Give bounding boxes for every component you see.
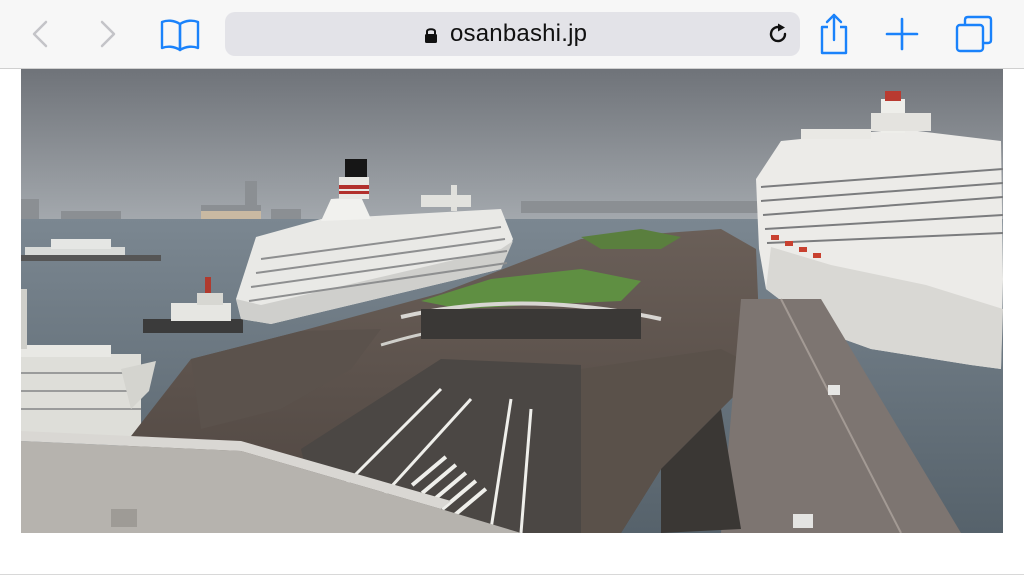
book-icon (160, 19, 200, 52)
share-icon (820, 13, 848, 55)
address-bar[interactable]: osanbashi.jp (225, 12, 800, 56)
bottom-divider (0, 574, 1024, 575)
new-tab-button[interactable] (882, 10, 922, 58)
url-text: osanbashi.jp (450, 20, 588, 47)
share-button[interactable] (814, 10, 854, 58)
reload-icon (769, 23, 787, 43)
web-content (0, 69, 1024, 576)
harbor-scene (21, 69, 1003, 533)
bookmarks-button[interactable] (156, 10, 204, 58)
tabs-button[interactable] (952, 10, 996, 58)
back-button[interactable] (22, 10, 58, 58)
chevron-right-icon (100, 20, 116, 48)
webcam-image[interactable] (21, 69, 1003, 533)
reload-button[interactable] (766, 22, 790, 51)
lock-icon (425, 28, 437, 43)
tabs-icon (955, 15, 993, 53)
plus-icon (885, 17, 919, 51)
browser-toolbar: osanbashi.jp (0, 0, 1024, 69)
forward-button[interactable] (90, 10, 126, 58)
chevron-left-icon (32, 20, 48, 48)
